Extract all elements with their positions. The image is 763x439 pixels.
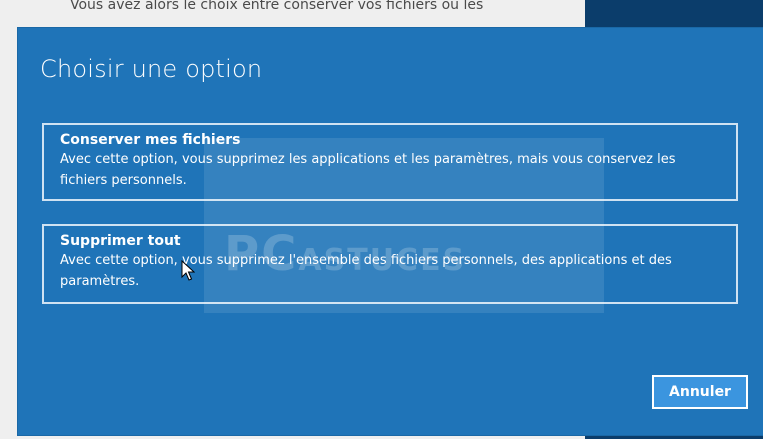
option-remove-everything-title: Supprimer tout [60, 233, 181, 249]
dialog-title: Choisir une option [40, 55, 263, 83]
cancel-button[interactable]: Annuler [652, 375, 748, 409]
background-text: Vous avez alors le choix entre conserver… [70, 0, 484, 13]
option-remove-everything-description: Avec cette option, vous supprimez l'ense… [60, 253, 672, 289]
option-remove-everything[interactable]: Supprimer tout Avec cette option, vous s… [42, 224, 738, 304]
option-keep-files-description: Avec cette option, vous supprimez les ap… [60, 152, 676, 188]
option-keep-files-title: Conserver mes fichiers [60, 132, 241, 148]
choose-option-dialog: Choisir une option Conserver mes fichier… [18, 28, 763, 435]
mouse-pointer-icon [181, 260, 195, 281]
option-keep-files[interactable]: Conserver mes fichiers Avec cette option… [42, 123, 738, 201]
